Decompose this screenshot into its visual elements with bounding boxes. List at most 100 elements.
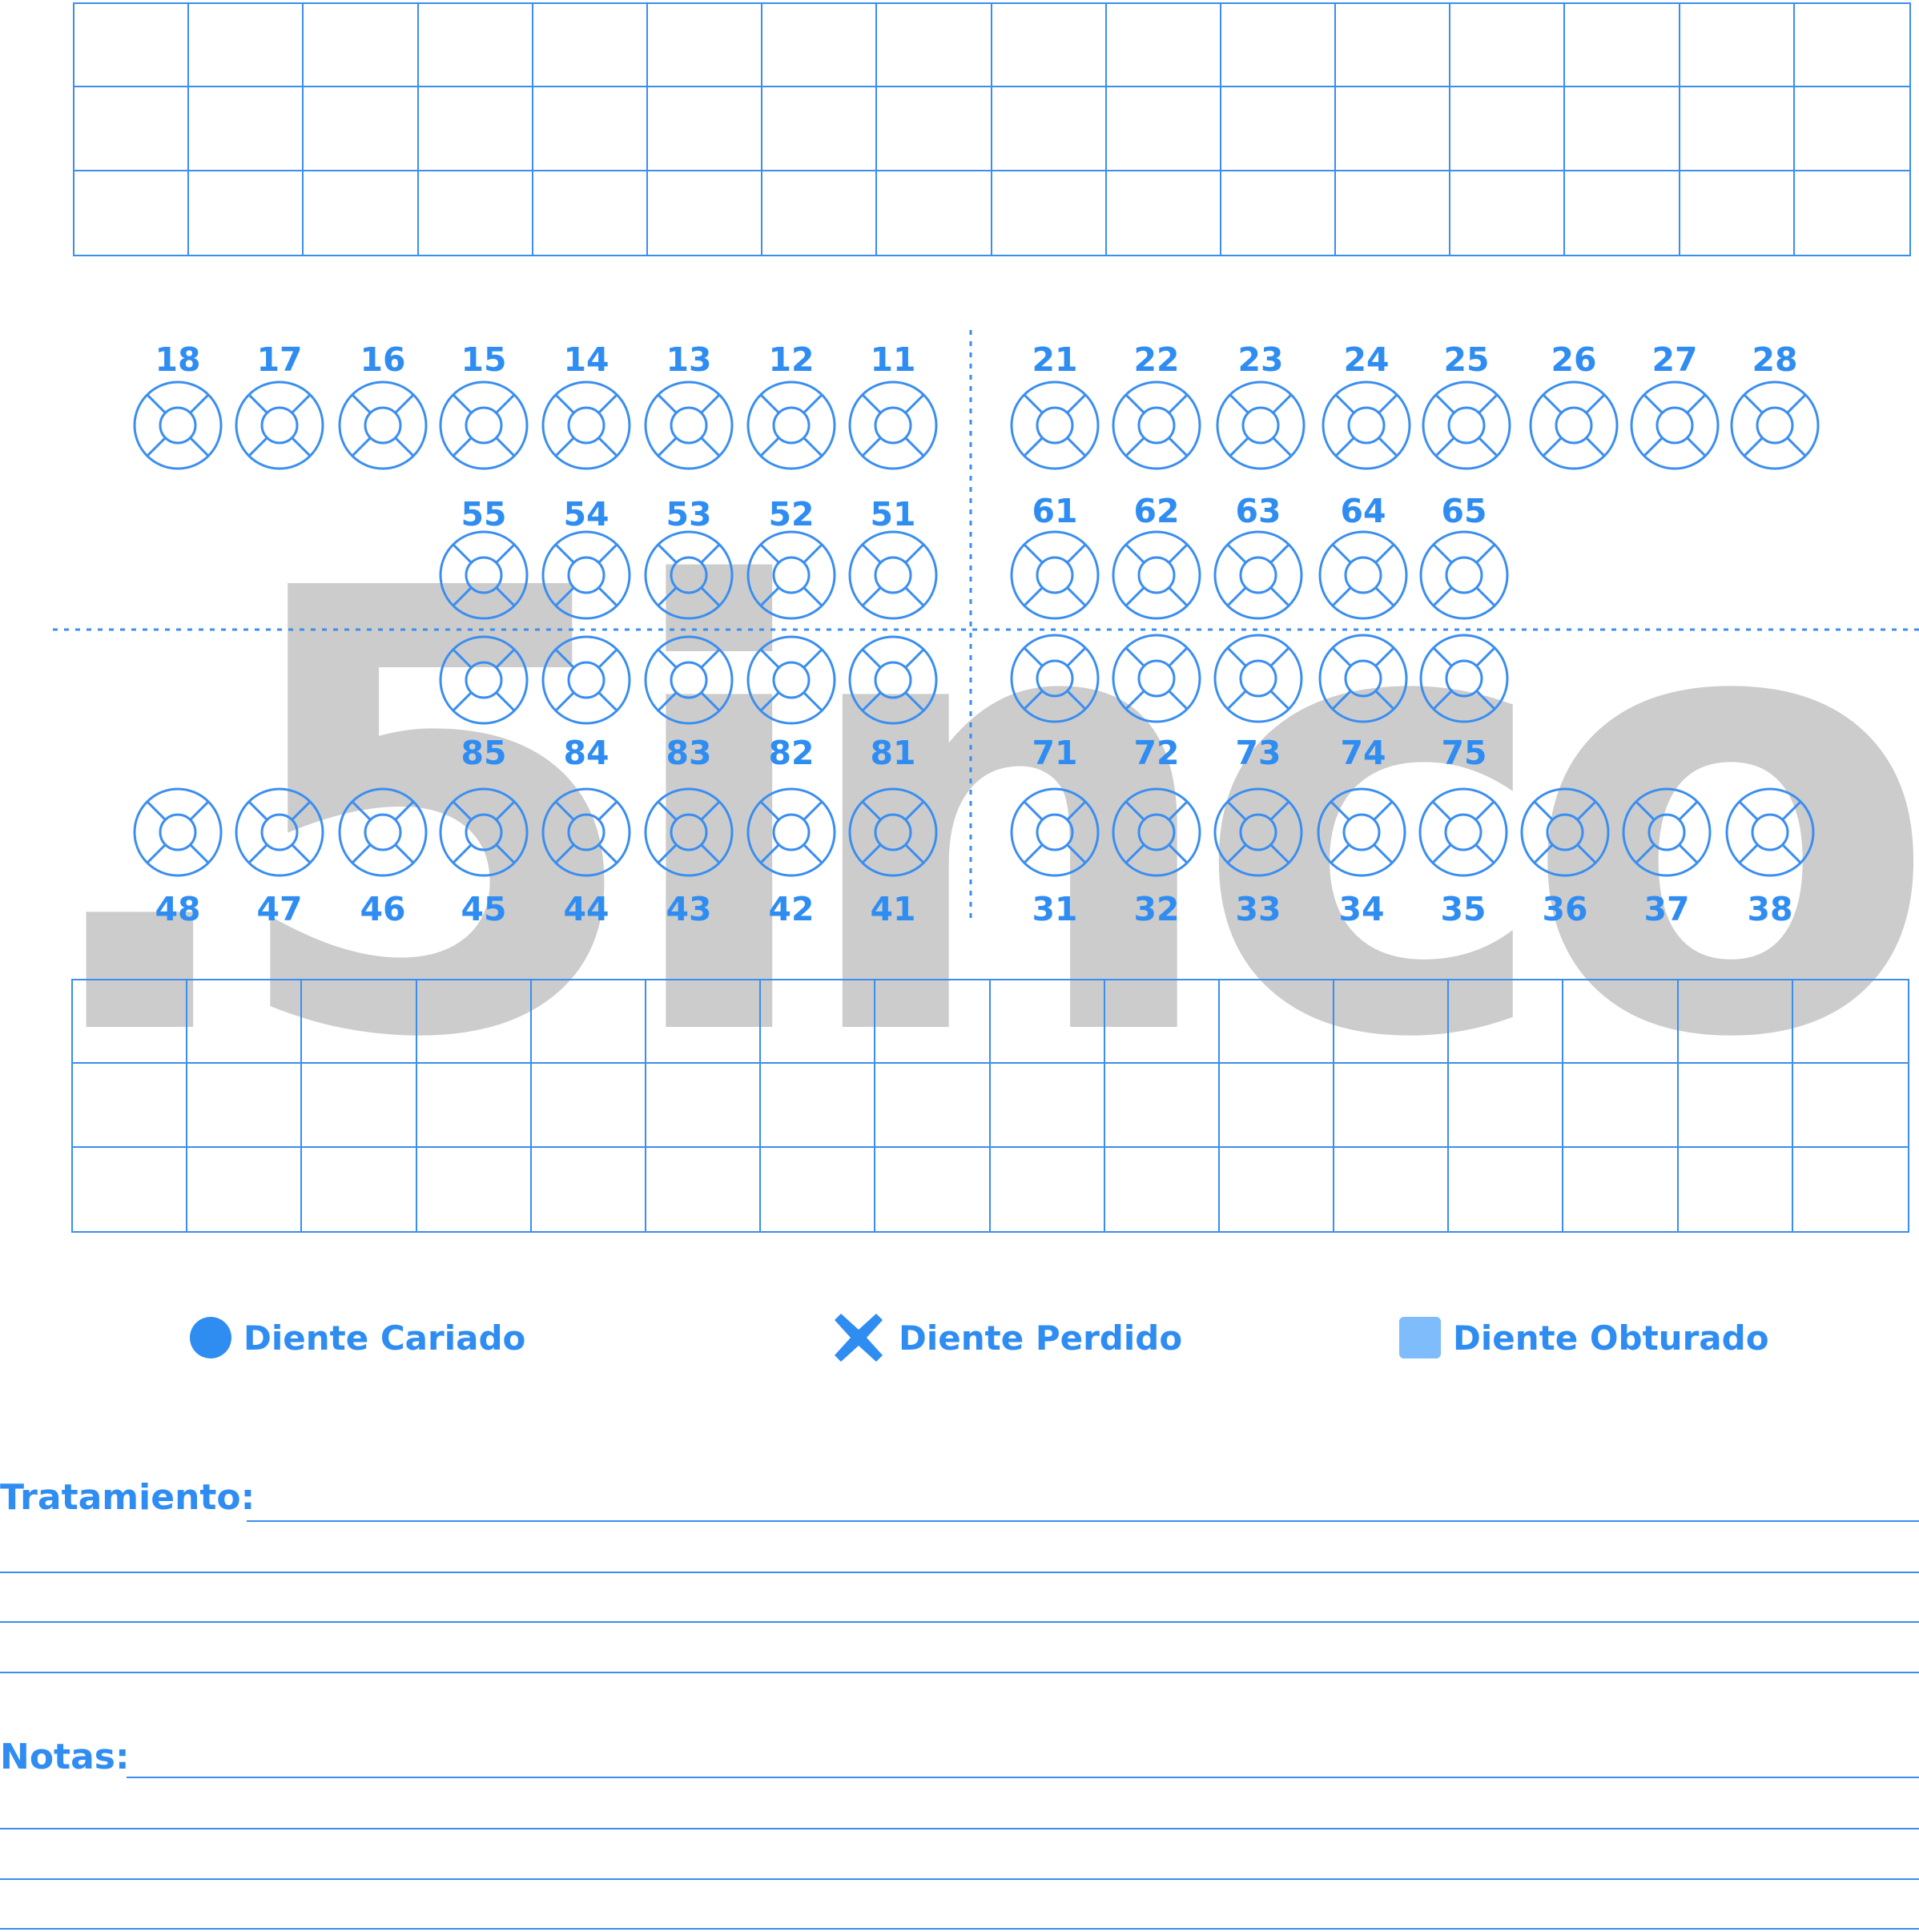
- tooth-24[interactable]: 24: [1322, 340, 1411, 470]
- tooth-32[interactable]: 32: [1112, 787, 1201, 928]
- tooth-45[interactable]: 45: [439, 787, 529, 928]
- tooth-53[interactable]: 53: [644, 495, 734, 620]
- tooth-23[interactable]: 23: [1216, 340, 1305, 470]
- grid-cell[interactable]: [1678, 980, 1793, 1065]
- grid-cell[interactable]: [761, 1147, 876, 1231]
- tooth-25[interactable]: 25: [1422, 340, 1511, 470]
- tooth-62[interactable]: 62: [1112, 492, 1201, 620]
- grid-cell[interactable]: [302, 1064, 417, 1148]
- grid-cell[interactable]: [1449, 980, 1564, 1065]
- grid-cell[interactable]: [1104, 980, 1220, 1065]
- tooth-38[interactable]: 38: [1725, 787, 1815, 928]
- grid-cell[interactable]: [1563, 1064, 1679, 1148]
- tooth-35[interactable]: 35: [1418, 787, 1508, 928]
- tooth-11[interactable]: 11: [848, 340, 938, 470]
- grid-cell[interactable]: [1792, 1064, 1908, 1148]
- treatment-line-1[interactable]: [247, 1520, 1919, 1522]
- tooth-84[interactable]: 84: [541, 635, 631, 772]
- grid-cell[interactable]: [1793, 1148, 1908, 1231]
- tooth-42[interactable]: 42: [746, 787, 836, 928]
- grid-cell[interactable]: [532, 1147, 646, 1231]
- notes-line-2[interactable]: [0, 1828, 1919, 1829]
- tooth-65[interactable]: 65: [1419, 492, 1509, 620]
- grid-cell[interactable]: [646, 1147, 762, 1231]
- grid-cell[interactable]: [1334, 1147, 1450, 1231]
- grid-cell[interactable]: [1678, 1064, 1793, 1148]
- grid-cell[interactable]: [1563, 1147, 1679, 1231]
- grid-cell[interactable]: [990, 980, 1105, 1065]
- tooth-46[interactable]: 46: [338, 787, 428, 928]
- tooth-61[interactable]: 61: [1010, 492, 1100, 620]
- tooth-16[interactable]: 16: [338, 340, 428, 470]
- tooth-44[interactable]: 44: [541, 787, 631, 928]
- tooth-48[interactable]: 48: [133, 787, 223, 928]
- grid-cell[interactable]: [531, 980, 646, 1065]
- grid-cell[interactable]: [1679, 1147, 1793, 1231]
- grid-cell[interactable]: [417, 1147, 532, 1231]
- tooth-81[interactable]: 81: [848, 635, 938, 772]
- tooth-37[interactable]: 37: [1622, 787, 1712, 928]
- tooth-47[interactable]: 47: [235, 787, 324, 928]
- tooth-21[interactable]: 21: [1010, 340, 1100, 470]
- tooth-31[interactable]: 31: [1010, 787, 1100, 928]
- grid-cell[interactable]: [302, 980, 417, 1065]
- tooth-54[interactable]: 54: [541, 495, 631, 620]
- grid-cell[interactable]: [1220, 1147, 1335, 1231]
- treatment-line-3[interactable]: [0, 1621, 1919, 1623]
- tooth-71[interactable]: 71: [1010, 634, 1100, 772]
- grid-cell[interactable]: [1104, 1064, 1220, 1148]
- grid-cell[interactable]: [416, 980, 532, 1065]
- grid-cell[interactable]: [187, 1147, 303, 1231]
- grid-cell[interactable]: [646, 1064, 762, 1148]
- grid-cell[interactable]: [531, 1064, 646, 1148]
- treatment-line-4[interactable]: [0, 1672, 1919, 1673]
- tooth-51[interactable]: 51: [848, 495, 938, 620]
- grid-cell[interactable]: [761, 1064, 876, 1148]
- grid-cell[interactable]: [1449, 1147, 1564, 1231]
- tooth-12[interactable]: 12: [746, 340, 836, 470]
- grid-cell[interactable]: [1563, 980, 1679, 1065]
- notes-line-1[interactable]: [127, 1777, 1919, 1778]
- grid-cell[interactable]: [302, 1147, 417, 1231]
- grid-cell[interactable]: [1219, 1064, 1335, 1148]
- grid-cell[interactable]: [1792, 980, 1908, 1065]
- grid-cell[interactable]: [875, 1147, 991, 1231]
- tooth-33[interactable]: 33: [1213, 787, 1303, 928]
- grid-cell[interactable]: [1334, 980, 1450, 1065]
- tooth-28[interactable]: 28: [1730, 340, 1820, 470]
- tooth-34[interactable]: 34: [1317, 787, 1406, 928]
- notes-line-4[interactable]: [0, 1928, 1919, 1930]
- tooth-17[interactable]: 17: [235, 340, 324, 470]
- tooth-14[interactable]: 14: [541, 340, 631, 470]
- tooth-22[interactable]: 22: [1112, 340, 1201, 470]
- grid-cell[interactable]: [761, 980, 876, 1065]
- grid-cell[interactable]: [1219, 980, 1335, 1065]
- tooth-26[interactable]: 26: [1529, 340, 1619, 470]
- tooth-15[interactable]: 15: [439, 340, 529, 470]
- tooth-18[interactable]: 18: [133, 340, 223, 470]
- grid-cell[interactable]: [990, 1064, 1105, 1148]
- tooth-82[interactable]: 82: [746, 635, 836, 772]
- treatment-line-2[interactable]: [0, 1572, 1919, 1573]
- tooth-73[interactable]: 73: [1213, 634, 1303, 772]
- grid-cell[interactable]: [187, 1064, 303, 1148]
- tooth-85[interactable]: 85: [439, 635, 529, 772]
- notes-line-3[interactable]: [0, 1878, 1919, 1880]
- tooth-13[interactable]: 13: [644, 340, 734, 470]
- tooth-64[interactable]: 64: [1318, 492, 1408, 620]
- tooth-36[interactable]: 36: [1520, 787, 1610, 928]
- grid-cell[interactable]: [875, 980, 991, 1065]
- grid-cell[interactable]: [1449, 1064, 1564, 1148]
- grid-cell[interactable]: [416, 1064, 532, 1148]
- grid-cell[interactable]: [73, 980, 188, 1065]
- grid-cell[interactable]: [73, 1064, 188, 1148]
- grid-cell[interactable]: [646, 980, 762, 1065]
- tooth-55[interactable]: 55: [439, 495, 529, 620]
- grid-cell[interactable]: [1334, 1064, 1450, 1148]
- tooth-52[interactable]: 52: [746, 495, 836, 620]
- tooth-74[interactable]: 74: [1318, 634, 1408, 772]
- grid-cell[interactable]: [1105, 1147, 1220, 1231]
- tooth-27[interactable]: 27: [1630, 340, 1720, 470]
- grid-cell[interactable]: [875, 1064, 991, 1148]
- tooth-75[interactable]: 75: [1419, 634, 1509, 772]
